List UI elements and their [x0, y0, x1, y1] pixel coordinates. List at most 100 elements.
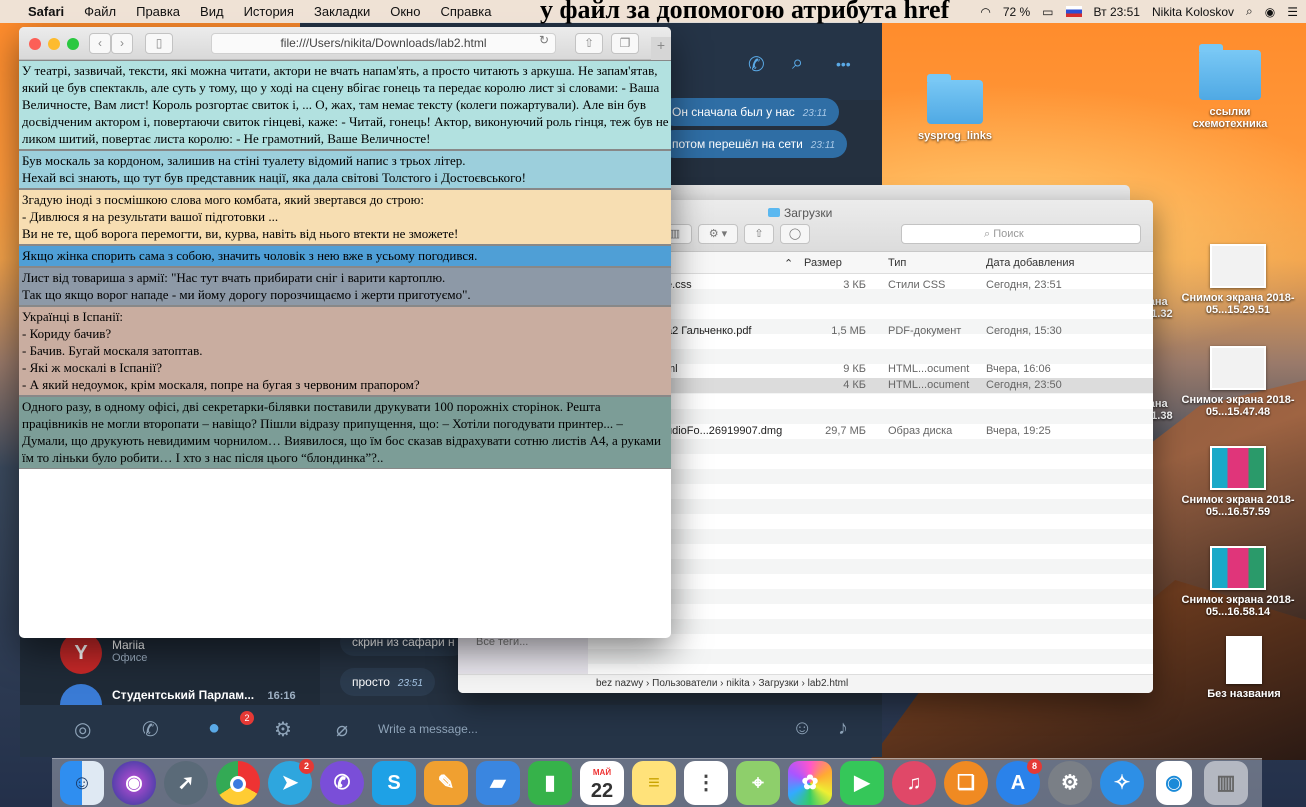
trash-icon[interactable]: ▥ [1204, 761, 1248, 805]
message-bubble[interactable]: Он сначала был у нас 23:11 [660, 98, 840, 126]
attach-icon[interactable]: ⌀ [336, 717, 348, 742]
action-gear-icon[interactable]: ⚙ ▾ [698, 224, 738, 244]
web-page-content: У театрі, зазвичай, тексти, які можна чи… [19, 60, 671, 638]
numbers-dock-icon[interactable]: ▮ [528, 761, 572, 805]
desktop-folder-schemotechnika[interactable]: ссылки схемотехника [1175, 44, 1285, 130]
music-dock-icon[interactable]: ♫ [892, 761, 936, 805]
more-icon[interactable]: ••• [836, 56, 851, 72]
screenshot-thumbnail-icon [1210, 546, 1266, 590]
menu-window[interactable]: Окно [390, 4, 420, 19]
desktop-screenshot-1[interactable]: Снимок экрана 2018-05...15.29.51 [1180, 244, 1296, 316]
siri-icon[interactable]: ◉ [1265, 5, 1275, 19]
column-date[interactable]: Дата добавления [986, 257, 1074, 269]
chats-icon[interactable]: ● [208, 717, 220, 740]
tabs-overview-icon[interactable]: ❐ [611, 33, 639, 54]
skype-dock-icon[interactable]: S [372, 761, 416, 805]
desktop-folder-sysprog[interactable]: sysprog_links [905, 74, 1005, 142]
forward-chevron-icon[interactable]: › [111, 33, 133, 54]
search-icon[interactable]: ⌕ [792, 52, 803, 75]
input-source-flag-icon[interactable] [1065, 6, 1082, 17]
new-tab-button[interactable]: + [651, 37, 671, 60]
folder-icon [1199, 44, 1261, 100]
finder-path-bar[interactable]: bez nazwy › Пользователи › nikita › Загр… [458, 674, 1153, 693]
keynote-dock-icon[interactable]: ▰ [476, 761, 520, 805]
wifi-icon[interactable]: ◠ [980, 5, 990, 19]
desktop-document-untitled[interactable]: Без названия [1196, 636, 1292, 700]
siri-dock-icon[interactable]: ◉ [112, 761, 156, 805]
app-menu[interactable]: Safari [28, 4, 64, 19]
column-size[interactable]: Размер [804, 257, 842, 269]
photos-dock-icon[interactable]: ✿ [788, 761, 832, 805]
content-line: Лист від товариша з армії: "Нас тут вчат… [22, 270, 446, 285]
pages-dock-icon[interactable]: ✎ [424, 761, 468, 805]
calendar-dock-icon[interactable]: МАЙ 22 [580, 761, 624, 805]
file-name: udioFo...26919907.dmg [666, 425, 783, 437]
share-icon[interactable]: ⇧ [575, 33, 603, 54]
microphone-icon[interactable]: ♪ [838, 717, 848, 740]
menu-history[interactable]: История [244, 4, 294, 19]
row-stripe [588, 469, 1153, 484]
close-window-button[interactable] [29, 38, 41, 50]
menu-bookmarks[interactable]: Закладки [314, 4, 370, 19]
desktop-icon-label: ссылки схемотехника [1192, 106, 1268, 130]
telegram-dock-icon[interactable]: ➤ 2 [268, 759, 314, 805]
desktop-screenshot-4[interactable]: Снимок экрана 2018-05...16.58.14 [1180, 546, 1296, 618]
file-date: Вчера, 19:25 [986, 425, 1051, 437]
maps-dock-icon[interactable]: ⌖ [736, 761, 780, 805]
books-dock-icon[interactable]: ❏ [944, 761, 988, 805]
file-size: 4 КБ [843, 379, 866, 391]
file-size: 29,7 МБ [825, 425, 866, 437]
viber-dock-icon[interactable]: ✆ [320, 761, 364, 805]
app-store-dock-icon[interactable]: A8 [996, 759, 1042, 805]
content-line: - Які ж москалі в Іспанії? [22, 360, 162, 375]
message-bubble[interactable]: просто 23:51 [340, 668, 435, 696]
battery-icon[interactable]: ▭ [1042, 5, 1053, 19]
calls-icon[interactable]: ✆ [142, 717, 159, 742]
back-chevron-icon[interactable]: ‹ [89, 33, 111, 54]
reminders-dock-icon[interactable]: ⋮ [684, 761, 728, 805]
sort-chevron-icon[interactable]: ⌃ [784, 257, 793, 270]
menu-edit[interactable]: Правка [136, 4, 180, 19]
share-icon[interactable]: ⇧ [744, 224, 774, 244]
notification-center-icon[interactable]: ☰ [1287, 5, 1298, 19]
message-input[interactable]: Write a message... [378, 722, 478, 736]
chat-item-student-parliament[interactable]: Студентський Парлам... 16:16 [112, 688, 296, 702]
system-preferences-gear-icon[interactable]: ⚙ [1048, 761, 1092, 805]
minimize-window-button[interactable] [48, 38, 60, 50]
clock[interactable]: Вт 23:51 [1094, 5, 1140, 19]
zoom-window-button[interactable] [67, 38, 79, 50]
desktop-screenshot-3[interactable]: Снимок экрана 2018-05...16.57.59 [1180, 446, 1296, 518]
column-type[interactable]: Тип [888, 257, 906, 269]
address-bar[interactable]: file:///Users/nikita/Downloads/lab2.html [211, 33, 556, 54]
phone-icon[interactable]: ✆ [748, 52, 765, 77]
emoji-icon[interactable]: ☺ [792, 717, 812, 740]
finder-search-input[interactable]: ⌕ Поиск [901, 224, 1141, 244]
safari-window[interactable]: ‹ › ▯ file:///Users/nikita/Downloads/lab… [19, 27, 671, 638]
spotlight-search-icon[interactable]: ⌕ [1246, 4, 1253, 19]
settings-gear-icon[interactable]: ⚙ [274, 717, 292, 742]
menu-help[interactable]: Справка [440, 4, 491, 19]
chat-item-mariia[interactable]: Mariia Офисе [112, 638, 147, 664]
downloads-stack-icon[interactable]: ◉ [1156, 761, 1192, 805]
screenshot-thumbnail-icon [1210, 446, 1266, 490]
safari-compass-icon[interactable]: ✧ [1100, 761, 1144, 805]
chrome-dock-icon[interactable] [216, 761, 260, 805]
file-type: HTML...ocument [888, 363, 970, 375]
menu-view[interactable]: Вид [200, 4, 224, 19]
notes-dock-icon[interactable]: ≡ [632, 761, 676, 805]
reload-icon[interactable]: ↻ [539, 33, 549, 47]
tag-icon[interactable]: ◯ [780, 224, 810, 244]
facetime-dock-icon[interactable]: ▶ [840, 761, 884, 805]
message-bubble[interactable]: потом перешёл на сети 23:11 [660, 130, 848, 158]
content-line: Згадую іноді з посмішкою слова мого комб… [22, 192, 425, 207]
menu-file[interactable]: Файл [84, 4, 116, 19]
contacts-icon[interactable]: ◎ [74, 717, 91, 742]
content-line: У театрі, зазвичай, тексти, які можна чи… [22, 63, 669, 146]
sidebar-toggle-icon[interactable]: ▯ [145, 33, 173, 54]
file-name: a2 Гальченко.pdf [666, 325, 752, 337]
launchpad-dock-icon[interactable]: ➚ [164, 761, 208, 805]
desktop-screenshot-2[interactable]: Снимок экрана 2018-05...15.47.48 [1180, 346, 1296, 418]
user-name[interactable]: Nikita Koloskov [1152, 5, 1234, 19]
battery-level[interactable]: 72 % [1003, 5, 1030, 19]
finder-dock-icon[interactable]: ☺ [60, 761, 104, 805]
